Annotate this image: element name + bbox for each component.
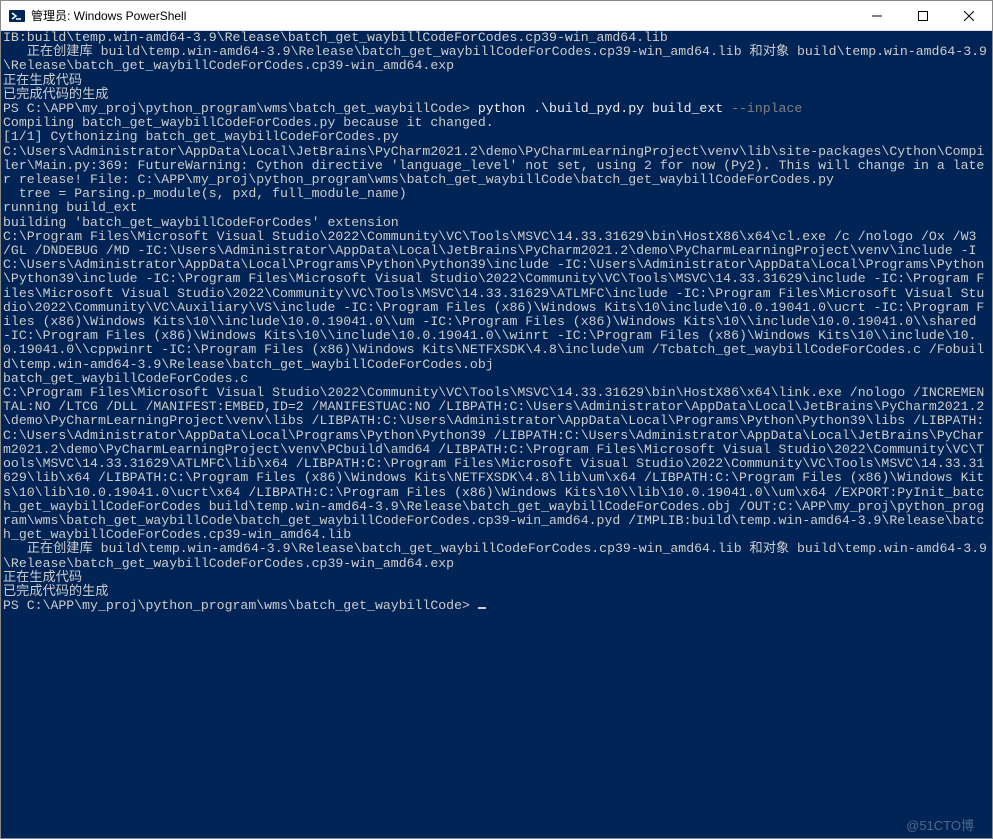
output-line: 正在创建库 build\temp.win-amd64-3.9\Release\b… xyxy=(3,541,987,570)
prompt-path: PS C:\APP\my_proj\python_program\wms\bat… xyxy=(3,101,478,116)
output-line: batch_get_waybillCodeForCodes.c xyxy=(3,371,248,386)
output-line: 已完成代码的生成 xyxy=(3,87,109,102)
command-flag: --inplace xyxy=(731,101,802,116)
output-line: C:\Program Files\Microsoft Visual Studio… xyxy=(3,385,984,542)
output-line: 正在生成代码 xyxy=(3,570,82,585)
watermark: @51CTO博 xyxy=(906,819,974,833)
command-text: python .\build_pyd.py build_ext xyxy=(478,101,731,116)
output-line: building 'batch_get_waybillCodeForCodes'… xyxy=(3,215,399,230)
terminal-output[interactable]: IB:build\temp.win-amd64-3.9\Release\batc… xyxy=(1,31,992,838)
prompt-path: PS C:\APP\my_proj\python_program\wms\bat… xyxy=(3,598,478,613)
output-line: tree = Parsing.p_module(s, pxd, full_mod… xyxy=(3,186,407,201)
cursor xyxy=(478,607,486,609)
output-line: Compiling batch_get_waybillCodeForCodes.… xyxy=(3,115,494,130)
titlebar[interactable]: 管理员: Windows PowerShell xyxy=(1,1,992,31)
output-line: 已完成代码的生成 xyxy=(3,584,109,599)
output-line: C:\Program Files\Microsoft Visual Studio… xyxy=(3,229,984,372)
output-line: C:\Users\Administrator\AppData\Local\Jet… xyxy=(3,144,984,187)
minimize-button[interactable] xyxy=(854,1,900,30)
powershell-window: 管理员: Windows PowerShell IB:build\temp.wi… xyxy=(0,0,993,839)
output-line: IB:build\temp.win-amd64-3.9\Release\batc… xyxy=(3,31,668,45)
maximize-button[interactable] xyxy=(900,1,946,30)
close-button[interactable] xyxy=(946,1,992,30)
window-title: 管理员: Windows PowerShell xyxy=(31,7,854,24)
output-line: 正在生成代码 xyxy=(3,73,82,88)
window-controls xyxy=(854,1,992,30)
output-line: [1/1] Cythonizing batch_get_waybillCodeF… xyxy=(3,129,399,144)
powershell-icon xyxy=(9,8,25,24)
output-line: running build_ext xyxy=(3,200,138,215)
output-line: 正在创建库 build\temp.win-amd64-3.9\Release\b… xyxy=(3,44,987,73)
